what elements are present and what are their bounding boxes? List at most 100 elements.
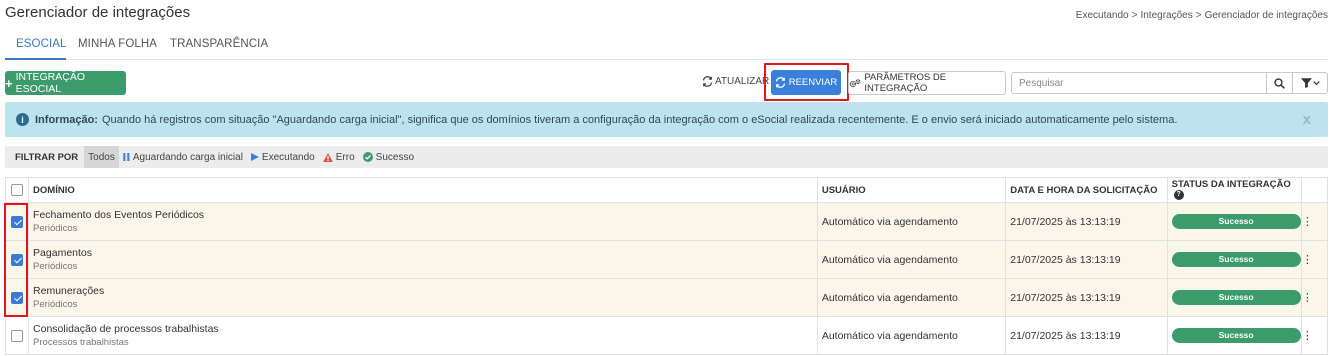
status-cell: Sucesso [1166, 316, 1302, 355]
resend-button[interactable]: REENVIAR [771, 70, 841, 95]
filter-all-label: Todos [88, 151, 115, 163]
info-alert: i Informação: Quando há registros com si… [5, 102, 1328, 137]
datetime-cell: 21/07/2025 às 13:13:19 [1005, 240, 1168, 279]
breadcrumb: Executando > Integrações > Gerenciador de in… [1076, 10, 1328, 21]
search-icon [1274, 77, 1285, 89]
column-header-user[interactable]: USUÁRIO [816, 177, 1007, 203]
domain-category: Periódicos [33, 223, 78, 234]
domain-name: Pagamentos [33, 247, 93, 259]
datetime-cell: 21/07/2025 às 13:13:19 [1005, 278, 1168, 317]
tab-minha-folha[interactable]: MINHA FOLHA [78, 38, 157, 50]
filter-success-label: Sucesso [375, 151, 415, 163]
chevron-down-icon [1312, 81, 1320, 86]
search-button[interactable] [1266, 72, 1293, 94]
refresh-button[interactable]: ATUALIZAR [702, 76, 769, 87]
domain-category: Periódicos [33, 299, 78, 310]
select-all-cell [4, 177, 30, 203]
user-cell: Automático via agendamento [816, 278, 1007, 317]
info-icon: i [16, 113, 29, 126]
domain-name: Fechamento dos Eventos Periódicos [33, 209, 205, 221]
status-cell: Sucesso [1166, 202, 1302, 241]
filter-awaiting-label: Aguardando carga inicial [132, 151, 243, 163]
breadcrumb-item-current: Gerenciador de integrações [1204, 10, 1328, 21]
filter-label: FILTRAR POR [15, 151, 79, 163]
row-actions-menu-icon[interactable]: ⋮ [1300, 278, 1329, 317]
domain-cell: Fechamento dos Eventos Periódicos Periódi… [28, 202, 818, 241]
status-header-label: STATUS DA INTEGRAÇÃO [1171, 179, 1291, 190]
row-actions-menu-icon[interactable]: ⋮ [1300, 240, 1329, 279]
column-header-status[interactable]: STATUS DA INTEGRAÇÃO? [1166, 177, 1302, 203]
row-actions-menu-icon[interactable]: ⋮ [1300, 316, 1329, 355]
domain-cell: Consolidação de processos trabalhistas Pr… [28, 316, 818, 355]
close-icon[interactable]: x [1303, 111, 1311, 128]
integration-params-button[interactable]: PARÂMETROS DE INTEGRAÇÃO [848, 71, 1006, 95]
search-input[interactable] [1011, 72, 1267, 94]
filter-running[interactable]: Executando [247, 146, 319, 168]
row-actions-menu-icon[interactable]: ⋮ [1300, 202, 1329, 241]
add-integration-label: INTEGRAÇÃO ESOCIAL [15, 71, 86, 95]
status-cell: Sucesso [1166, 278, 1302, 317]
active-tab-indicator [5, 58, 66, 60]
domain-category: Periódicos [33, 261, 78, 272]
datetime-cell: 21/07/2025 às 13:13:19 [1005, 316, 1168, 355]
breadcrumb-item[interactable]: Executando [1076, 10, 1129, 21]
filter-success[interactable]: Sucesso [359, 146, 418, 168]
play-icon [250, 153, 259, 161]
domain-category: Processos trabalhistas [33, 337, 129, 348]
user-cell: Automático via agendamento [816, 240, 1007, 279]
filter-error-label: Erro [335, 151, 355, 163]
page-title: Gerenciador de integrações [5, 4, 191, 21]
user-cell: Automático via agendamento [816, 202, 1007, 241]
table-row[interactable]: Consolidação de processos trabalhistas Pr… [4, 316, 1329, 355]
row-checkbox[interactable] [11, 329, 23, 342]
status-badge: Sucesso [1171, 290, 1301, 305]
add-integration-button[interactable]: + INTEGRAÇÃO ESOCIAL [5, 71, 126, 95]
user-cell: Automático via agendamento [816, 316, 1007, 355]
integration-params-label: PARÂMETROS DE INTEGRAÇÃO [864, 72, 947, 94]
table-header-row: DOMÍNIO USUÁRIO DATA E HORA DA SOLICITAÇ… [4, 177, 1329, 203]
domain-cell: Remunerações Periódicos [28, 278, 818, 317]
column-header-domain[interactable]: DOMÍNIO [28, 177, 818, 203]
status-badge: Sucesso [1171, 252, 1301, 267]
row-select-cell [4, 316, 30, 355]
funnel-icon [1300, 78, 1312, 88]
help-icon[interactable]: ? [1173, 190, 1184, 201]
tab-esocial[interactable]: ESOCIAL [16, 38, 67, 50]
pause-icon [123, 153, 130, 161]
integrations-table: DOMÍNIO USUÁRIO DATA E HORA DA SOLICITAÇ… [4, 177, 1329, 355]
refresh-icon [702, 76, 713, 87]
table-row[interactable]: Remunerações Periódicos Automático via ag… [4, 278, 1329, 317]
status-cell: Sucesso [1166, 240, 1302, 279]
select-all-checkbox[interactable] [11, 184, 23, 196]
filter-running-label: Executando [261, 151, 315, 163]
filter-error[interactable]: Erro [319, 146, 359, 168]
filter-all[interactable]: Todos [84, 146, 119, 168]
filter-awaiting-initial-load[interactable]: Aguardando carga inicial [119, 146, 247, 168]
breadcrumb-separator: > [1195, 10, 1202, 21]
refresh-label: ATUALIZAR [715, 76, 770, 87]
column-header-actions [1300, 177, 1329, 203]
tab-transparencia[interactable]: TRANSPARÊNCIA [170, 38, 268, 50]
checkbox-highlight-outline [4, 203, 28, 317]
warning-icon [322, 152, 333, 162]
filter-dropdown-button[interactable] [1292, 72, 1328, 94]
breadcrumb-separator: > [1131, 10, 1138, 21]
table-row[interactable]: Pagamentos Periódicos Automático via agen… [4, 240, 1329, 279]
table-row[interactable]: Fechamento dos Eventos Periódicos Periódi… [4, 202, 1329, 241]
domain-cell: Pagamentos Periódicos [28, 240, 818, 279]
column-header-datetime[interactable]: DATA E HORA DA SOLICITAÇÃO [1005, 177, 1168, 203]
info-text: Quando há registros com situação "Aguard… [101, 113, 1178, 126]
refresh-icon [775, 77, 785, 88]
domain-name: Remunerações [33, 285, 105, 297]
filter-bar: FILTRAR POR Todos Aguardando carga inici… [5, 146, 1328, 168]
gears-icon [849, 78, 861, 87]
breadcrumb-item[interactable]: Integrações [1140, 10, 1192, 21]
domain-name: Consolidação de processos trabalhistas [33, 323, 219, 335]
info-title: Informação: [35, 113, 98, 126]
resend-label: REENVIAR [788, 77, 838, 88]
tab-bar: ESOCIAL MINHA FOLHA TRANSPARÊNCIA [5, 35, 1328, 60]
status-badge: Sucesso [1171, 328, 1301, 343]
status-badge: Sucesso [1171, 214, 1301, 229]
datetime-cell: 21/07/2025 às 13:13:19 [1005, 202, 1168, 241]
plus-icon: + [5, 75, 13, 91]
